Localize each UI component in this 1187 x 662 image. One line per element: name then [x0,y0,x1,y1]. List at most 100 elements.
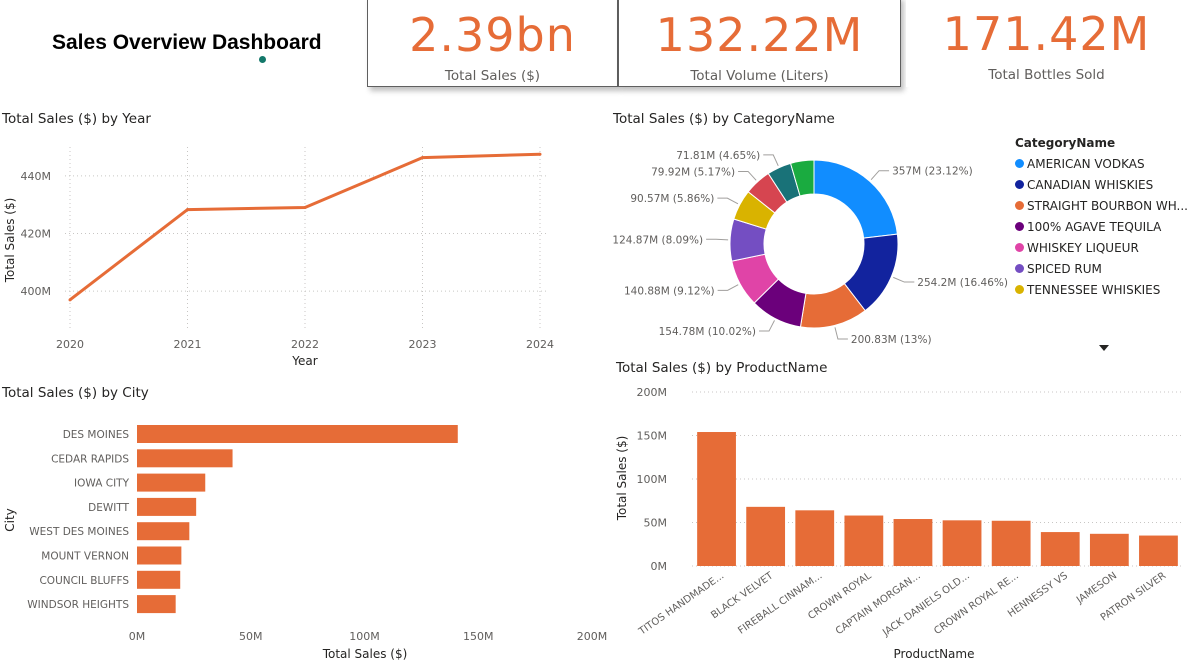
legend-marker [1015,222,1024,231]
product-bar[interactable] [746,506,786,566]
line-data-point[interactable] [303,206,307,210]
city-bar[interactable] [137,522,190,541]
city-bar[interactable] [137,449,233,468]
city-category-label: MOUNT VERNON [41,551,129,563]
product-bar[interactable] [991,520,1031,566]
donut-leader-line [759,320,775,332]
donut-leader-line [763,154,779,166]
line-chart-title: Total Sales ($) by Year [2,111,151,127]
legend-item[interactable]: 100% AGAVE TEQUILA [1015,220,1187,234]
product-bar-chart[interactable]: 0M50M100M150M200M TITOS HANDMADE...BLACK… [608,380,1187,662]
donut-data-label: 140.88M (9.12%) [624,285,715,297]
product-bar[interactable] [1139,535,1178,566]
donut-data-label: 71.81M (4.65%) [676,150,760,162]
city-category-label: CEDAR RAPIDS [51,453,129,465]
legend-marker [1015,159,1024,168]
donut-data-label: 154.78M (10.02%) [659,326,756,338]
kpi-value: 171.42M [942,7,1151,61]
line-x-tick-label: 2023 [409,338,437,351]
kpi-card-total-bottles[interactable]: 171.42M Total Bottles Sold [906,0,1187,87]
legend-label: TENNESSEE WHISKIES [1027,283,1161,297]
legend-item[interactable]: STRAIGHT BOURBON WH... [1015,199,1187,213]
donut-chart[interactable]: 357M (23.12%) 254.2M (16.46%) 200.83M (13%… [600,135,1010,350]
city-category-label: DEWITT [88,502,129,514]
product-category-label: JACK DANIELS OLD... [880,570,972,639]
city-bar-chart[interactable]: DES MOINES CEDAR RAPIDS IOWA CITY DEWITT WES… [0,410,610,662]
city-bar[interactable] [137,570,181,589]
line-chart[interactable]: 400M 420M 440M 2020 2021 2022 2023 2024 Year T… [0,135,580,375]
product-bar[interactable] [1089,533,1129,566]
product-y-tick-label: 50M [644,517,668,530]
product-bar[interactable] [1040,532,1080,566]
city-bar[interactable] [137,473,206,492]
legend-scroll-down-icon[interactable] [1099,345,1109,351]
legend-label: STRAIGHT BOURBON WH... [1027,199,1187,213]
legend-marker [1015,285,1024,294]
kpi-label: Total Bottles Sold [988,67,1105,83]
product-y-tick-label: 150M [637,430,668,443]
legend-item[interactable]: TENNESSEE WHISKIES [1015,283,1187,297]
legend-item[interactable]: SPICED RUM [1015,262,1187,276]
city-category-label: WINDSOR HEIGHTS [27,599,129,611]
city-chart-title: Total Sales ($) by City [2,385,149,401]
line-x-tick-label: 2024 [526,338,554,351]
legend-marker [1015,201,1024,210]
city-bar[interactable] [137,497,197,516]
product-bar[interactable] [844,515,884,566]
line-data-point[interactable] [68,298,72,302]
line-x-axis-label: Year [291,354,317,368]
city-x-tick-label: 0M [129,630,146,643]
donut-leader-line [717,284,739,291]
city-y-axis-label: City [3,508,17,532]
product-chart-title: Total Sales ($) by ProductName [616,360,828,376]
focus-dot [259,56,266,63]
line-y-tick-label: 440M [21,170,52,183]
product-category-label: TITOS HANDMADE... [636,570,726,638]
line-data-point[interactable] [538,152,542,156]
city-category-label: WEST DES MOINES [29,526,129,538]
line-y-axis-label: Total Sales ($) [3,198,17,284]
city-category-label: IOWA CITY [74,478,130,490]
legend-item[interactable]: WHISKEY LIQUEUR [1015,241,1187,255]
product-bar[interactable] [697,432,736,566]
kpi-card-total-sales[interactable]: 2.39bn Total Sales ($) [367,0,618,87]
legend-label: WHISKEY LIQUEUR [1027,241,1139,255]
legend-marker [1015,264,1024,273]
donut-data-label: 254.2M (16.46%) [917,277,1008,289]
city-x-tick-label: 150M [463,630,494,643]
city-bar[interactable] [137,595,176,614]
legend-label: 100% AGAVE TEQUILA [1027,220,1162,234]
product-bar[interactable] [893,519,933,566]
kpi-label: Total Volume (Liters) [690,68,829,84]
product-y-tick-label: 200M [637,386,668,399]
donut-data-label: 357M (23.12%) [892,166,973,178]
legend-item[interactable]: CANADIAN WHISKIES [1015,178,1187,192]
donut-leader-line [870,170,890,181]
donut-legend[interactable]: CategoryName AMERICAN VODKAS CANADIAN WHI… [1015,136,1187,341]
line-data-point[interactable] [186,208,189,212]
product-x-axis-label: ProductName [894,647,975,661]
line-x-tick-label: 2022 [291,338,319,351]
line-data-point[interactable] [421,156,424,160]
line-y-tick-label: 400M [21,285,52,298]
kpi-value: 2.39bn [409,8,576,62]
legend-label: CANADIAN WHISKIES [1027,178,1154,192]
donut-chart-title: Total Sales ($) by CategoryName [613,111,835,127]
legend-item[interactable]: AMERICAN VODKAS [1015,157,1187,171]
donut-data-label: 200.83M (13%) [851,334,932,346]
city-bar[interactable] [137,425,458,443]
donut-data-label: 90.57M (5.86%) [630,193,714,205]
product-category-label: CROWN ROYAL RE... [932,570,1021,637]
city-bar[interactable] [137,546,182,565]
city-x-axis-label: Total Sales ($) [322,647,408,661]
product-y-tick-label: 0M [651,560,668,573]
product-bar[interactable] [795,510,835,566]
donut-slice[interactable] [813,159,898,239]
city-x-tick-label: 50M [239,630,263,643]
product-bar[interactable] [942,520,982,566]
product-category-label: CAPTAIN MORGAN... [834,570,923,637]
kpi-card-total-volume[interactable]: 132.22M Total Volume (Liters) [618,0,901,87]
kpi-label: Total Sales ($) [444,68,541,84]
legend-marker [1015,180,1024,189]
product-category-label: FIREBALL CINNAM... [736,570,824,636]
